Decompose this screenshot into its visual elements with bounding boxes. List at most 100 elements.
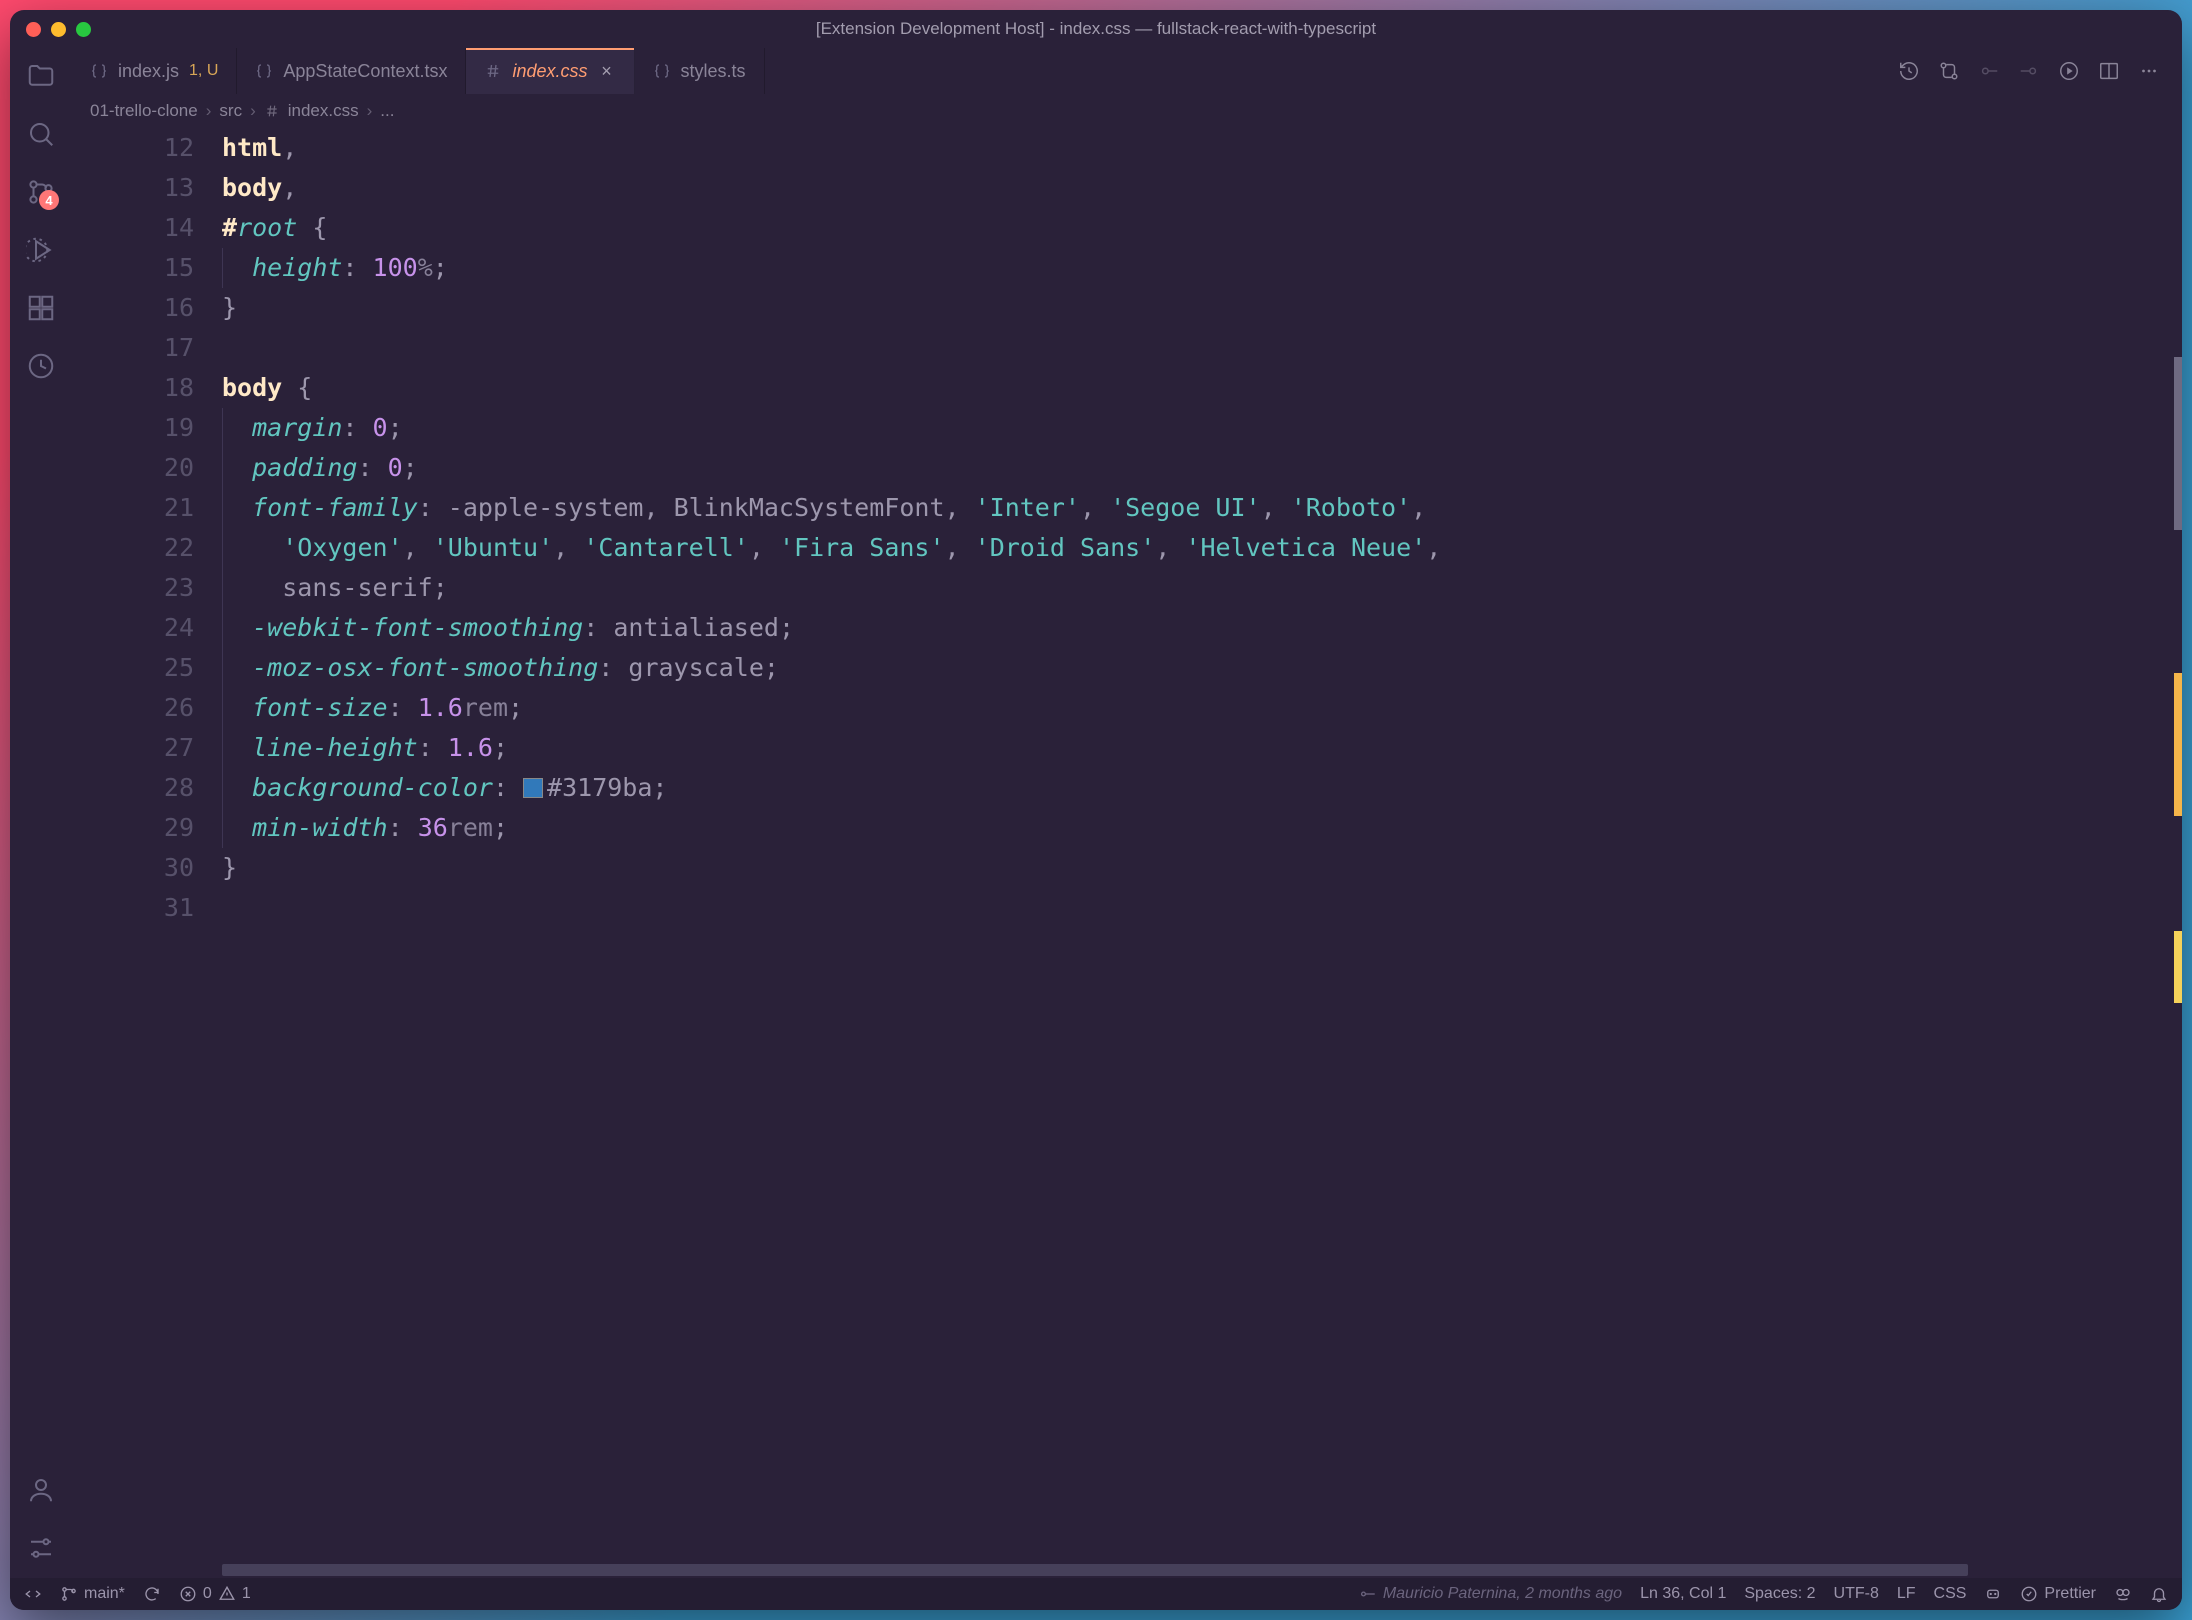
overview-mark: [2174, 931, 2182, 1003]
window-zoom-button[interactable]: [76, 22, 91, 37]
sb-problems[interactable]: 0 1: [179, 1585, 251, 1603]
line-number: 25: [72, 648, 222, 688]
sb-encoding[interactable]: UTF-8: [1834, 1585, 1879, 1603]
window-close-button[interactable]: [26, 22, 41, 37]
code-line[interactable]: 20 padding: 0;: [72, 448, 2162, 488]
tabs: index.js1, UAppStateContext.tsxindex.css…: [72, 48, 2182, 94]
horizontal-scrollbar[interactable]: [222, 1562, 2162, 1578]
overview-mark: [2174, 357, 2182, 529]
code-line[interactable]: 19 margin: 0;: [72, 408, 2162, 448]
hscroll-thumb[interactable]: [222, 1564, 1968, 1576]
code-line[interactable]: 28 background-color: #3179ba;: [72, 768, 2162, 808]
breadcrumb-item[interactable]: src: [219, 101, 242, 121]
line-number: 13: [72, 168, 222, 208]
activity-bar: 4: [10, 48, 72, 1578]
code-content: line-height: 1.6;: [222, 728, 508, 768]
scm-badge: 4: [39, 190, 59, 210]
code-line[interactable]: 25 -moz-osx-font-smoothing: grayscale;: [72, 648, 2162, 688]
breadcrumb-item[interactable]: 01-trello-clone: [90, 101, 198, 121]
line-number: 18: [72, 368, 222, 408]
hash-icon: [264, 103, 280, 119]
overview-mark: [2174, 673, 2182, 816]
code-line[interactable]: 16}: [72, 288, 2162, 328]
breadcrumb-item[interactable]: ...: [380, 101, 394, 121]
line-number: 28: [72, 768, 222, 808]
code-line[interactable]: 26 font-size: 1.6rem;: [72, 688, 2162, 728]
sb-indentation[interactable]: Spaces: 2: [1744, 1585, 1815, 1603]
code-content: #root {: [222, 208, 327, 248]
code-line[interactable]: 27 line-height: 1.6;: [72, 728, 2162, 768]
line-number: 21: [72, 488, 222, 528]
window-minimize-button[interactable]: [51, 22, 66, 37]
code-content: background-color: #3179ba;: [222, 768, 667, 808]
sb-remote-icon[interactable]: [24, 1585, 42, 1603]
sb-feedback-icon[interactable]: [2114, 1585, 2132, 1603]
sb-prettier[interactable]: Prettier: [2020, 1585, 2096, 1603]
tab-label: index.js: [118, 61, 179, 82]
sb-branch[interactable]: main*: [60, 1585, 125, 1603]
sb-bell-icon[interactable]: [2150, 1585, 2168, 1603]
explorer-icon[interactable]: [25, 60, 57, 92]
next-change-icon[interactable]: [2018, 60, 2040, 82]
settings-icon[interactable]: [25, 1532, 57, 1564]
timeline-icon[interactable]: [25, 350, 57, 382]
sb-cursor-position[interactable]: Ln 36, Col 1: [1640, 1585, 1726, 1603]
close-icon[interactable]: ×: [598, 61, 616, 82]
chevron-right-icon: ›: [250, 101, 256, 121]
breadcrumb-item[interactable]: index.css: [288, 101, 359, 121]
chevron-right-icon: ›: [367, 101, 373, 121]
code-line[interactable]: 23 sans-serif;: [72, 568, 2162, 608]
code-line[interactable]: 24 -webkit-font-smoothing: antialiased;: [72, 608, 2162, 648]
code-line[interactable]: 17: [72, 328, 2162, 368]
code-content: 'Oxygen', 'Ubuntu', 'Cantarell', 'Fira S…: [222, 528, 1441, 568]
extensions-icon[interactable]: [25, 292, 57, 324]
line-number: 19: [72, 408, 222, 448]
chevron-right-icon: ›: [206, 101, 212, 121]
code-line[interactable]: 29 min-width: 36rem;: [72, 808, 2162, 848]
code-content: }: [222, 848, 237, 888]
sb-eol[interactable]: LF: [1897, 1585, 1916, 1603]
code-line[interactable]: 15 height: 100%;: [72, 248, 2162, 288]
editor-window: [Extension Development Host] - index.css…: [10, 10, 2182, 1610]
code-line[interactable]: 13body,: [72, 168, 2162, 208]
code-content: body,: [222, 168, 297, 208]
code-line[interactable]: 30}: [72, 848, 2162, 888]
sb-copilot-icon[interactable]: [1984, 1585, 2002, 1603]
sb-warnings: 1: [242, 1585, 251, 1603]
git-compare-icon[interactable]: [1938, 60, 1960, 82]
code-content: padding: 0;: [222, 448, 418, 488]
code-editor[interactable]: 12html,13body,14#root {15 height: 100%;1…: [72, 128, 2182, 1562]
history-icon[interactable]: [1898, 60, 1920, 82]
code-content: font-size: 1.6rem;: [222, 688, 523, 728]
tab-label: index.css: [512, 61, 587, 82]
tab-index-css[interactable]: index.css ×: [466, 48, 634, 94]
tab-index-js[interactable]: index.js1, U: [72, 48, 237, 94]
split-editor-icon[interactable]: [2098, 60, 2120, 82]
line-number: 16: [72, 288, 222, 328]
source-control-icon[interactable]: 4: [25, 176, 57, 208]
code-line[interactable]: 12html,: [72, 128, 2162, 168]
sb-sync-icon[interactable]: [143, 1585, 161, 1603]
sb-blame-text: Mauricio Paternina, 2 months ago: [1383, 1585, 1622, 1603]
run-icon[interactable]: [2058, 60, 2080, 82]
code-line[interactable]: 18body {: [72, 368, 2162, 408]
line-number: 12: [72, 128, 222, 168]
code-content: min-width: 36rem;: [222, 808, 508, 848]
code-line[interactable]: 14#root {: [72, 208, 2162, 248]
sb-git-blame[interactable]: Mauricio Paternina, 2 months ago: [1359, 1585, 1622, 1603]
code-line[interactable]: 22 'Oxygen', 'Ubuntu', 'Cantarell', 'Fir…: [72, 528, 2162, 568]
sb-language[interactable]: CSS: [1934, 1585, 1967, 1603]
code-content: }: [222, 288, 237, 328]
more-actions-icon[interactable]: [2138, 60, 2160, 82]
tab-styles-ts[interactable]: styles.ts: [635, 48, 765, 94]
code-line[interactable]: 31: [72, 888, 2162, 928]
editor-actions: [1898, 48, 2182, 94]
prev-change-icon[interactable]: [1978, 60, 2000, 82]
code-line[interactable]: 21 font-family: -apple-system, BlinkMacS…: [72, 488, 2162, 528]
breadcrumbs[interactable]: 01-trello-clone › src › index.css ›...: [72, 94, 2182, 128]
tab-appstatecontext-tsx[interactable]: AppStateContext.tsx: [237, 48, 466, 94]
code-content: body {: [222, 368, 312, 408]
search-icon[interactable]: [25, 118, 57, 150]
accounts-icon[interactable]: [25, 1474, 57, 1506]
debug-icon[interactable]: [25, 234, 57, 266]
